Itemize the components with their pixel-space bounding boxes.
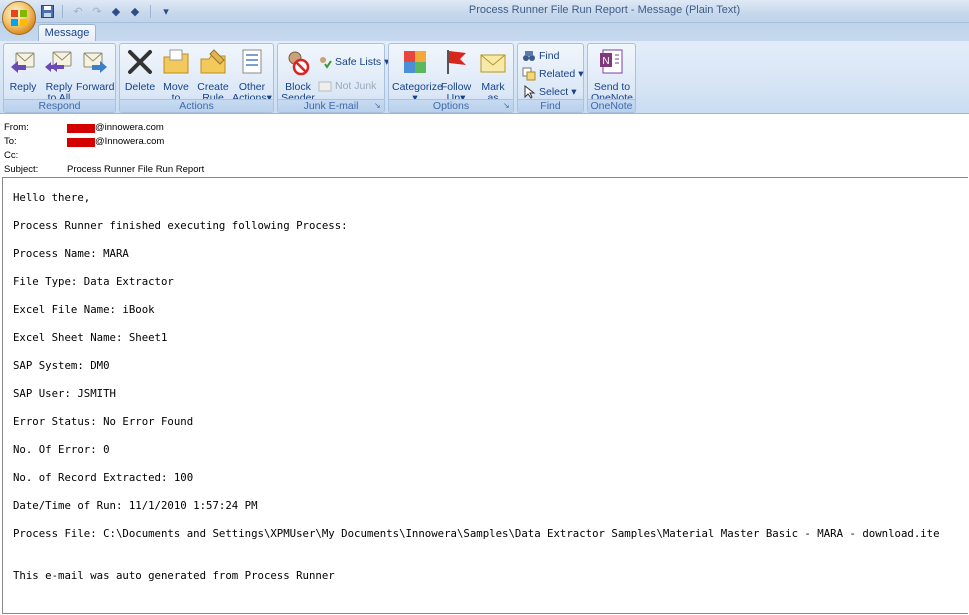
office-button[interactable] bbox=[2, 1, 36, 35]
body-line: SAP User: JSMITH bbox=[13, 387, 116, 400]
safe-lists-label: Safe Lists bbox=[335, 56, 382, 68]
respond-group-label: Respond bbox=[4, 99, 115, 112]
body-line: Error Status: No Error Found bbox=[13, 415, 194, 428]
follow-up-button[interactable]: Follow Up▾ bbox=[439, 47, 473, 104]
subject-value: Process Runner File Run Report bbox=[67, 164, 205, 175]
body-line: No. Of Error: 0 bbox=[13, 443, 110, 456]
redacted-block bbox=[67, 138, 95, 147]
body-line: Hello there, bbox=[13, 191, 91, 204]
reply-button[interactable]: Reply bbox=[8, 47, 38, 93]
message-body[interactable]: Hello there, Process Runner finished exe… bbox=[2, 177, 968, 614]
to-label: To: bbox=[4, 136, 17, 147]
find-group-label: Find bbox=[518, 99, 583, 112]
group-onenote: N Send to OneNote OneNote bbox=[587, 43, 636, 113]
cc-row: Cc: bbox=[4, 150, 67, 163]
subject-row: Subject: Process Runner File Run Report bbox=[4, 164, 204, 177]
find-button[interactable]: Find bbox=[522, 48, 559, 64]
reply-label: Reply bbox=[9, 81, 37, 93]
to-row: To: @Innowera.com bbox=[4, 136, 164, 149]
related-label: Related bbox=[539, 68, 576, 80]
related-icon bbox=[522, 67, 536, 81]
create-rule-icon bbox=[200, 49, 226, 74]
ribbon: Reply Reply to All Forward Respond Delet… bbox=[0, 41, 969, 115]
delete-icon bbox=[128, 50, 152, 74]
block-sender-button[interactable]: Block Sender bbox=[281, 47, 315, 104]
safe-lists-button[interactable]: Safe Lists ▾ bbox=[318, 54, 389, 70]
body-line: Process Name: MARA bbox=[13, 247, 129, 260]
body-line: SAP System: DM0 bbox=[13, 359, 110, 372]
redacted-block bbox=[67, 124, 95, 133]
onenote-group-label: OneNote bbox=[588, 99, 635, 112]
body-line: Excel File Name: iBook bbox=[13, 303, 155, 316]
delete-label: Delete bbox=[124, 81, 156, 93]
tab-message[interactable]: Message bbox=[38, 24, 96, 42]
ribbon-tabs: Message bbox=[0, 23, 969, 42]
move-to-folder-icon bbox=[163, 49, 189, 74]
body-line: Date/Time of Run: 11/1/2010 1:57:24 PM bbox=[13, 499, 258, 512]
group-options: Categorize ▾ Follow Up▾ Mark as Unread O… bbox=[388, 43, 514, 115]
message-header: From: @innowera.com To: @Innowera.com Cc… bbox=[0, 115, 969, 177]
reply-icon bbox=[11, 52, 35, 73]
body-line: No. of Record Extracted: 100 bbox=[13, 471, 194, 484]
office-logo-icon bbox=[11, 10, 27, 26]
categorize-button[interactable]: Categorize ▾ bbox=[392, 47, 443, 104]
forward-button[interactable]: Forward bbox=[76, 47, 115, 93]
to-value[interactable]: @Innowera.com bbox=[95, 136, 164, 149]
block-sender-icon bbox=[288, 51, 310, 76]
svg-text:N: N bbox=[602, 56, 609, 67]
select-button[interactable]: Select ▾ bbox=[522, 84, 576, 100]
junk-launcher-icon[interactable]: ↘ bbox=[374, 102, 382, 110]
select-cursor-icon bbox=[524, 85, 536, 99]
find-label: Find bbox=[539, 50, 560, 62]
reply-all-icon bbox=[45, 51, 72, 72]
body-line: This e-mail was auto generated from Proc… bbox=[13, 569, 335, 582]
forward-icon bbox=[83, 52, 107, 73]
mark-unread-icon bbox=[480, 54, 506, 73]
select-label: Select bbox=[539, 86, 569, 98]
group-actions: Delete Move to Folder▾ Create Rule bbox=[119, 43, 274, 115]
categorize-icon bbox=[404, 51, 426, 73]
window-title: Process Runner File Run Report - Message… bbox=[468, 4, 741, 16]
not-junk-label: Not Junk bbox=[335, 80, 377, 92]
title-bar: ↶ ↷ ◆ ◆ ▾ Process Runner File Run Report… bbox=[0, 0, 969, 35]
find-binoculars-icon bbox=[523, 51, 535, 61]
not-junk-button[interactable]: Not Junk bbox=[318, 78, 376, 94]
group-junk-email: Block Sender Safe Lists ▾ Not Junk Junk E… bbox=[277, 43, 389, 113]
other-actions-icon bbox=[242, 49, 262, 74]
forward-label: Forward bbox=[76, 81, 115, 93]
safe-lists-icon bbox=[320, 57, 332, 69]
onenote-icon: N bbox=[600, 49, 623, 74]
from-value[interactable]: @innowera.com bbox=[95, 122, 164, 135]
from-row: From: @innowera.com bbox=[4, 122, 164, 135]
body-line: Excel Sheet Name: Sheet1 bbox=[13, 331, 168, 344]
body-line: Process File: C:\Documents and Settings\… bbox=[13, 527, 940, 540]
options-launcher-icon[interactable]: ↘ bbox=[503, 102, 511, 110]
create-rule-button[interactable]: Create Rule bbox=[196, 47, 230, 104]
cc-label: Cc: bbox=[4, 150, 19, 161]
body-line: File Type: Data Extractor bbox=[13, 275, 174, 288]
window-title-wrap: Process Runner File Run Report - Message… bbox=[0, 4, 969, 16]
reply-all-button[interactable]: Reply to All bbox=[42, 47, 76, 104]
delete-button[interactable]: Delete bbox=[123, 47, 157, 93]
group-find: Find Related ▾ Select ▾ Find bbox=[517, 43, 584, 113]
related-button[interactable]: Related ▾ bbox=[522, 66, 583, 82]
options-group-label: Options bbox=[389, 99, 513, 112]
not-junk-icon bbox=[318, 81, 332, 92]
from-label: From: bbox=[4, 122, 29, 133]
body-line: Process Runner finished executing follow… bbox=[13, 219, 348, 232]
junk-email-group-label: Junk E-mail bbox=[278, 99, 384, 112]
group-respond: Reply Reply to All Forward Respond bbox=[3, 43, 116, 113]
other-actions-button[interactable]: Other Actions▾ bbox=[232, 47, 272, 104]
actions-group-label: Actions bbox=[120, 99, 273, 112]
follow-up-flag-icon bbox=[447, 50, 466, 74]
send-to-onenote-button[interactable]: N Send to OneNote bbox=[591, 47, 633, 104]
subject-label: Subject: bbox=[4, 164, 39, 175]
